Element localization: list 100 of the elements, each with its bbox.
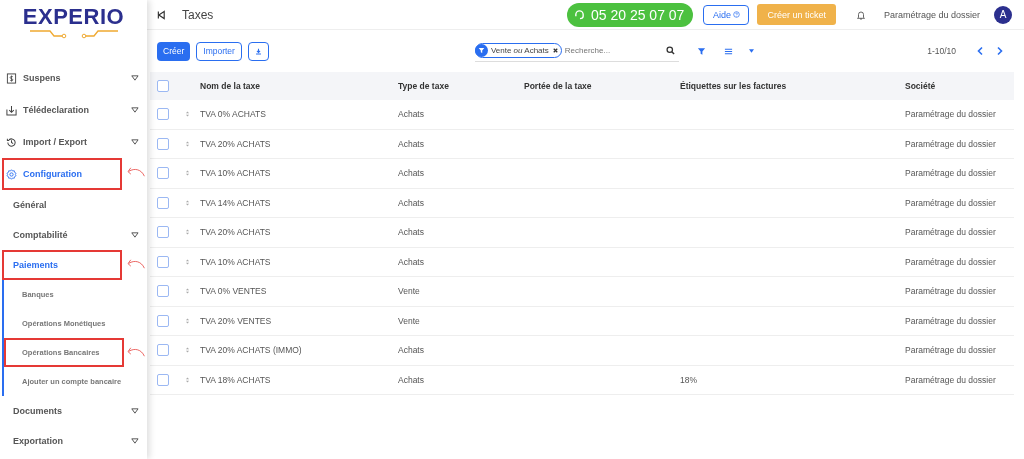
drag-handle-icon[interactable] bbox=[185, 287, 190, 296]
sidebar-item[interactable]: Suspens bbox=[0, 62, 147, 94]
row-checkbox[interactable] bbox=[157, 314, 169, 327]
sidebar-item-label: Configuration bbox=[23, 169, 83, 179]
table-cell-text: TVA 0% ACHATS bbox=[200, 109, 267, 120]
drag-handle-icon[interactable] bbox=[185, 346, 190, 355]
row-checkbox[interactable] bbox=[157, 108, 169, 121]
sidebar-item-label: Documents bbox=[13, 406, 63, 416]
row-checkbox[interactable] bbox=[157, 137, 169, 150]
caret-icon bbox=[131, 232, 139, 238]
column-header[interactable]: Société bbox=[905, 81, 1014, 91]
user-avatar[interactable]: A bbox=[994, 5, 1012, 24]
annotation-arrow bbox=[126, 345, 146, 359]
table-cell: 18% bbox=[680, 374, 697, 385]
circuit-lines-icon bbox=[27, 29, 120, 39]
logo-text: EXPERIO bbox=[22, 5, 125, 29]
table-cell-text: TVA 10% ACHATS bbox=[200, 256, 272, 267]
settings-icon bbox=[6, 168, 17, 180]
close-icon[interactable] bbox=[551, 47, 559, 54]
caret-icon bbox=[131, 107, 139, 113]
drag-handle-icon[interactable] bbox=[185, 228, 190, 237]
sidebar-item-label: Paiements bbox=[13, 260, 60, 270]
facet-text: Vente ou Achats bbox=[490, 46, 549, 55]
table-cell-text: Achats bbox=[398, 374, 425, 385]
sidebar-item[interactable]: Télédeclaration bbox=[0, 94, 147, 126]
drag-handle-icon[interactable] bbox=[185, 316, 190, 325]
table-cell-text: TVA 20% ACHATS bbox=[200, 138, 272, 149]
sidebar-item-label: Suspens bbox=[23, 73, 62, 83]
table-cell-text: Achats bbox=[398, 138, 425, 149]
table-cell-text: TVA 20% ACHATS (IMMO) bbox=[200, 345, 303, 356]
sidebar-item[interactable]: Comptabilité bbox=[0, 220, 147, 250]
filter-icon bbox=[477, 47, 485, 54]
help-button[interactable]: Aide bbox=[703, 4, 750, 25]
table-cell-text: TVA 20% VENTES bbox=[200, 315, 273, 326]
table-cell-text: Achats bbox=[398, 256, 425, 267]
drag-handle-icon[interactable] bbox=[185, 257, 190, 266]
company-name[interactable]: Paramétrage du dossier bbox=[883, 9, 980, 20]
drag-handle-icon[interactable] bbox=[185, 169, 190, 178]
sidebar-item-label: Comptabilité bbox=[13, 230, 69, 240]
table-cell-text: TVA 18% ACHATS bbox=[200, 374, 272, 385]
search-field[interactable]: Vente ou Achats Recherche... bbox=[474, 40, 679, 62]
sidebar-item[interactable]: Exportation bbox=[0, 426, 147, 456]
column-header[interactable]: Portée de la taxe bbox=[524, 81, 680, 91]
next-icon[interactable] bbox=[996, 46, 1004, 56]
column-header[interactable]: Type de taxe bbox=[398, 81, 524, 91]
select-all-checkbox[interactable] bbox=[157, 80, 169, 92]
sidebar-item[interactable]: Documents bbox=[0, 396, 147, 426]
list-icon[interactable] bbox=[723, 46, 733, 56]
create-button[interactable]: Créer bbox=[157, 41, 191, 61]
history-icon bbox=[6, 136, 17, 148]
table-cell-text: Paramétrage du dossier bbox=[905, 138, 997, 149]
table-cell-text: Paramétrage du dossier bbox=[905, 374, 997, 385]
drag-handle-icon[interactable] bbox=[185, 139, 190, 148]
table-cell-text: Achats bbox=[398, 168, 425, 179]
row-checkbox[interactable] bbox=[157, 373, 169, 386]
drag-handle-icon[interactable] bbox=[185, 375, 190, 384]
dropdown-caret-icon[interactable] bbox=[748, 49, 754, 53]
bell-icon[interactable] bbox=[855, 9, 866, 20]
table-cell-text: Achats bbox=[398, 197, 425, 208]
sidebar-item-label: Général bbox=[13, 200, 48, 210]
sidebar-item[interactable]: Import / Export bbox=[0, 126, 147, 158]
row-checkbox[interactable] bbox=[157, 344, 169, 357]
table-cell-text: Paramétrage du dossier bbox=[905, 345, 997, 356]
back-icon[interactable] bbox=[157, 9, 166, 20]
drag-handle-icon[interactable] bbox=[185, 110, 190, 119]
sidebar-item[interactable]: Général bbox=[0, 190, 147, 220]
table-cell-text: Paramétrage du dossier bbox=[905, 286, 997, 297]
table-cell-text: Paramétrage du dossier bbox=[905, 197, 997, 208]
search-icon[interactable] bbox=[665, 46, 675, 55]
table-cell-text: TVA 14% ACHATS bbox=[200, 197, 272, 208]
download-button[interactable] bbox=[247, 41, 269, 61]
column-header[interactable]: Étiquettes sur les factures bbox=[680, 81, 905, 91]
filter-icon[interactable] bbox=[696, 46, 706, 56]
row-checkbox[interactable] bbox=[157, 196, 169, 209]
drag-handle-icon[interactable] bbox=[185, 198, 190, 207]
table-cell-text: TVA 0% VENTES bbox=[200, 286, 268, 297]
sidebar-item-label: Exportation bbox=[13, 436, 64, 446]
sidebar-item-label: Import / Export bbox=[23, 137, 88, 147]
phone-number: 05 20 25 07 07 bbox=[591, 6, 685, 23]
table-cell-text: Vente bbox=[398, 315, 421, 326]
previous-icon[interactable] bbox=[976, 46, 984, 56]
row-checkbox[interactable] bbox=[157, 167, 169, 180]
headset-icon bbox=[574, 9, 585, 20]
question-icon bbox=[732, 11, 740, 18]
table-cell-text: Achats bbox=[398, 345, 425, 356]
annotation-arrow bbox=[126, 257, 146, 271]
dollar-document-icon bbox=[6, 72, 17, 84]
import-button[interactable]: Importer bbox=[196, 41, 242, 61]
caret-icon bbox=[131, 408, 139, 414]
table-cell-text: Paramétrage du dossier bbox=[905, 109, 997, 120]
table-cell-text: TVA 20% ACHATS bbox=[200, 227, 272, 238]
column-header[interactable]: Nom de la taxe bbox=[200, 81, 398, 91]
table-cell-text: Achats bbox=[398, 227, 425, 238]
sidebar-item-label: Télédeclaration bbox=[23, 105, 91, 115]
row-checkbox[interactable] bbox=[157, 285, 169, 298]
row-checkbox[interactable] bbox=[157, 226, 169, 239]
page-title: Taxes bbox=[182, 7, 214, 22]
table-cell-text: TVA 10% ACHATS bbox=[200, 168, 272, 179]
table-cell-text: Paramétrage du dossier bbox=[905, 315, 997, 326]
row-checkbox[interactable] bbox=[157, 255, 169, 268]
